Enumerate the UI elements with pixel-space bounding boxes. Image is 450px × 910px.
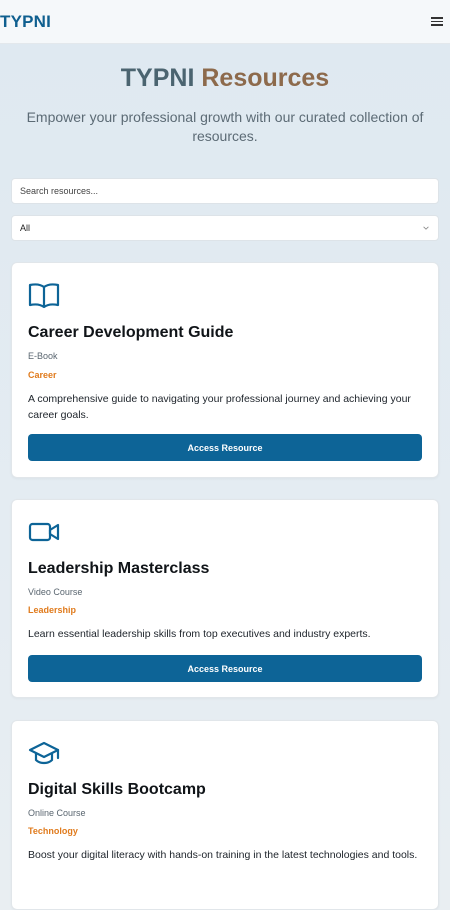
brand-logo[interactable]: TYPNI: [0, 12, 51, 32]
resource-category: Career: [28, 370, 57, 380]
graduation-cap-icon: [28, 741, 60, 765]
book-icon: [28, 283, 60, 309]
resource-type: E-Book: [28, 351, 58, 361]
chevron-down-icon: [423, 226, 429, 230]
page-title-brand: TYPNI: [120, 64, 195, 92]
resource-type: Video Course: [28, 587, 83, 597]
resource-title: Leadership Masterclass: [28, 560, 210, 577]
resource-title: Digital Skills Bootcamp: [28, 781, 206, 798]
page-title: TYPNI Resources: [0, 64, 450, 93]
video-camera-icon: [28, 522, 60, 542]
resource-category: Technology: [28, 826, 78, 836]
access-resource-button[interactable]: Access Resource: [28, 434, 422, 461]
hamburger-menu-icon[interactable]: [431, 16, 443, 28]
resource-card: Leadership Masterclass Video Course Lead…: [11, 499, 439, 698]
category-select[interactable]: All: [11, 215, 439, 241]
resource-description: Learn essential leadership skills from t…: [28, 628, 371, 640]
resources-section: TYPNI Resources Empower your professiona…: [0, 44, 450, 910]
resource-type: Online Course: [28, 808, 86, 818]
resource-description: A comprehensive guide to navigating your…: [28, 393, 411, 421]
category-select-value: All: [20, 223, 31, 233]
resource-card: Career Development Guide E-Book Career A…: [11, 262, 439, 478]
resource-card: Digital Skills Bootcamp Online Course Te…: [11, 720, 439, 910]
access-resource-button[interactable]: Access Resource: [28, 655, 422, 682]
page-subtitle: Empower your professional growth with ou…: [26, 109, 424, 144]
resource-description: Boost your digital literacy with hands-o…: [28, 849, 418, 861]
top-navigation-bar: TYPNI: [0, 0, 450, 44]
resource-category: Leadership: [28, 605, 77, 615]
search-input[interactable]: [11, 178, 439, 204]
resource-title: Career Development Guide: [28, 324, 234, 341]
page-title-accent: Resources: [201, 64, 330, 92]
